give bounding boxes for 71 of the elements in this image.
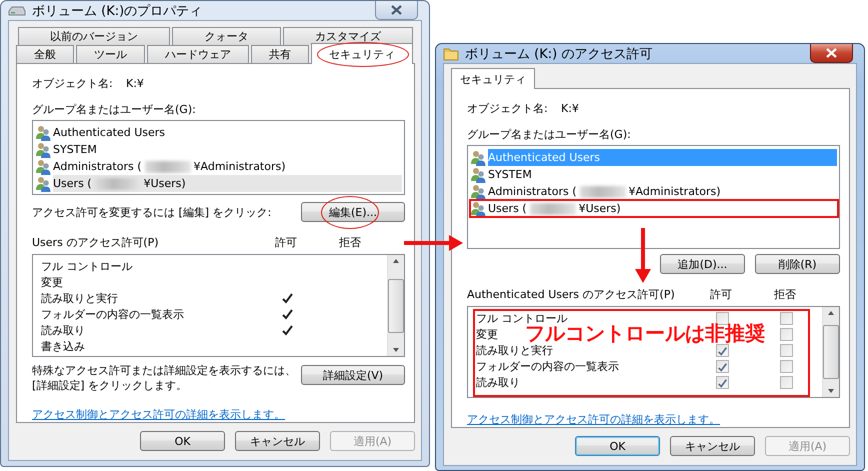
tab[interactable]: 以前のバージョン — [18, 27, 170, 45]
field-label: オブジェクト名: — [32, 76, 114, 90]
advanced-button[interactable]: 詳細設定(V) — [301, 365, 405, 385]
drive-icon — [8, 4, 26, 16]
remove-button[interactable]: 削除(R) — [755, 254, 840, 274]
permission-name: 変更 — [476, 326, 498, 342]
users-icon — [35, 176, 51, 192]
help-link[interactable]: アクセス制御とアクセス許可の詳細を表示します。 — [467, 412, 720, 427]
column-header: 許可 — [274, 235, 298, 250]
permission-name: フル コントロール — [476, 310, 568, 326]
permission-name: 変更 — [41, 274, 63, 290]
permission-name: 読み取り — [476, 374, 520, 390]
users-icon — [35, 142, 51, 158]
tab[interactable]: セキュリティ — [311, 43, 413, 64]
permission-name: 書き込み — [41, 338, 85, 354]
permission-name: フォルダーの内容の一覧表示 — [41, 306, 184, 322]
user-name[interactable]: SYSTEM — [488, 166, 837, 183]
field-label: グループ名またはユーザー名(G): — [467, 127, 632, 143]
tab[interactable]: 全般 — [16, 45, 74, 63]
users-icon — [35, 158, 51, 174]
user-name[interactable]: Users ( ¥Users) — [488, 200, 623, 217]
users-icon — [470, 166, 486, 182]
field-label: Users のアクセス許可(P) — [32, 235, 160, 250]
advanced-hint: 特殊なアクセス許可または詳細設定を表示するには、 [詳細設定] をクリックします。 — [32, 363, 296, 393]
help-link[interactable]: アクセス制御とアクセス許可の詳細を表示します。 — [32, 407, 285, 422]
permission-name: フル コントロール — [41, 258, 132, 274]
field-label: オブジェクト名: — [467, 100, 549, 116]
permission-name: フォルダーの内容の一覧表示 — [476, 358, 619, 374]
users-icon — [470, 200, 486, 216]
close-icon — [391, 5, 402, 15]
users-icon — [35, 124, 51, 140]
tab[interactable]: ハードウェア — [147, 45, 249, 63]
column-header: 拒否 — [338, 235, 362, 250]
column-header: 拒否 — [773, 287, 797, 302]
annotation-arrow — [404, 235, 463, 251]
edit-hint: アクセス許可を変更するには [編集] をクリック: — [32, 204, 272, 220]
add-button[interactable]: 追加(D)... — [660, 254, 745, 274]
tab[interactable]: クォータ — [172, 27, 281, 45]
tab[interactable]: ツール — [76, 45, 145, 63]
close-button[interactable] — [375, 1, 418, 20]
user-name[interactable]: Authenticated Users — [53, 124, 402, 141]
window-title: ボリューム (K:) のアクセス許可 — [465, 46, 652, 62]
object-name: K:¥ — [561, 102, 579, 114]
users-icon — [470, 184, 486, 200]
permission-name: 読み取りと実行 — [41, 290, 118, 306]
permission-name: 読み取り — [41, 322, 85, 338]
field-label: Authenticated Users のアクセス許可(P) — [467, 287, 676, 302]
dialog-button[interactable]: OK — [575, 436, 660, 456]
permission-name: 読み取りと実行 — [476, 342, 553, 358]
object-name: K:¥ — [126, 76, 144, 90]
user-name[interactable]: Administrators ( ¥Administrators) — [488, 183, 837, 200]
scrollbar[interactable] — [387, 255, 404, 356]
folder-icon — [443, 46, 459, 62]
column-header: 許可 — [709, 287, 733, 302]
dialog-button[interactable]: キャンセル — [235, 431, 320, 451]
tab[interactable]: セキュリティ — [451, 68, 535, 89]
dialog-button[interactable]: OK — [140, 431, 225, 451]
annotation-arrow — [635, 228, 651, 283]
tab[interactable]: 共有 — [251, 45, 309, 63]
user-name[interactable]: SYSTEM — [53, 141, 402, 158]
users-icon — [470, 150, 486, 166]
tab[interactable]: カスタマイズ — [282, 27, 413, 45]
scrollbar[interactable] — [822, 307, 839, 397]
user-name[interactable]: Users ( ¥Users) — [53, 175, 402, 192]
field-label: グループ名またはユーザー名(G): — [32, 102, 197, 118]
close-button[interactable] — [810, 44, 853, 63]
dialog-button[interactable]: キャンセル — [670, 436, 755, 456]
close-icon — [826, 48, 837, 58]
window-title: ボリューム (K:)のプロパティ — [32, 2, 202, 20]
edit-button[interactable]: 編集(E)... — [301, 202, 405, 222]
user-name[interactable]: Administrators ( ¥Administrators) — [53, 158, 402, 175]
